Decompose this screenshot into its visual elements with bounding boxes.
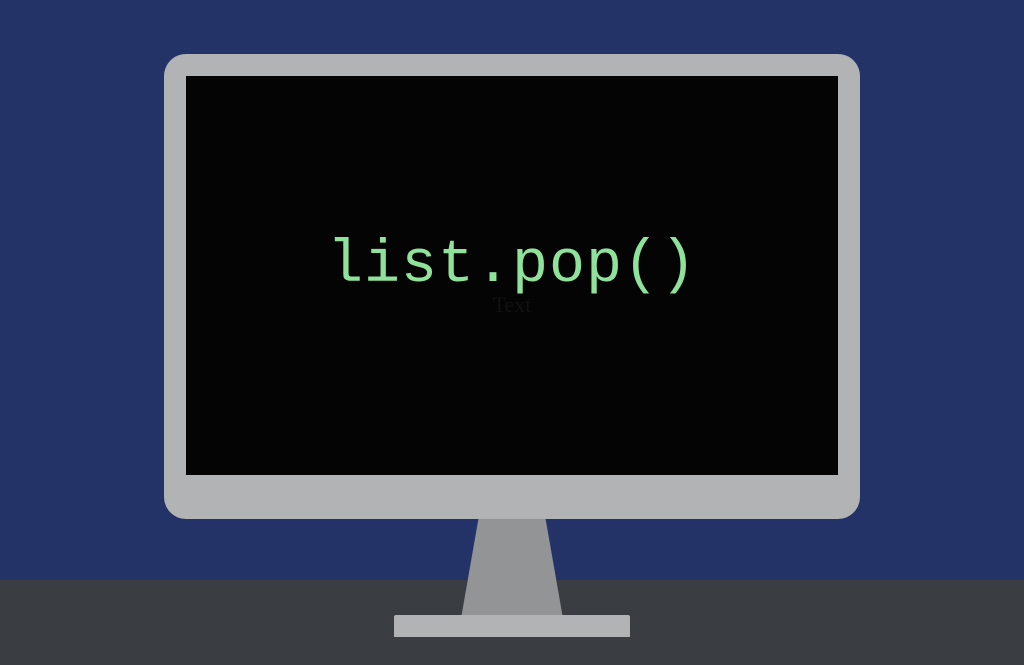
monitor-body: list.pop() Text bbox=[164, 54, 860, 519]
monitor-screen: list.pop() Text bbox=[186, 76, 838, 475]
monitor-stand-base bbox=[394, 615, 630, 637]
monitor-chin bbox=[186, 475, 838, 519]
monitor-stand-neck bbox=[460, 519, 565, 627]
code-text: list.pop() bbox=[327, 232, 697, 300]
placeholder-text: Text bbox=[493, 292, 532, 318]
computer-monitor: list.pop() Text bbox=[164, 54, 860, 519]
